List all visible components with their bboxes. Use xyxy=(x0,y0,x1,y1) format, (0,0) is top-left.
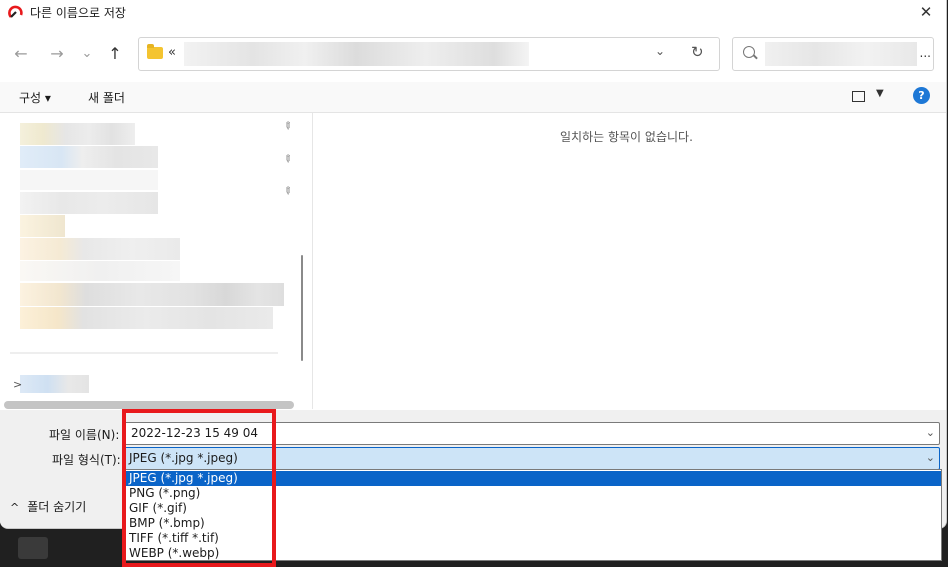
search-box[interactable]: ... xyxy=(732,37,934,71)
nav-divider xyxy=(10,352,278,354)
taskbar-item[interactable] xyxy=(18,537,48,559)
view-icon[interactable] xyxy=(852,91,865,102)
folder-icon xyxy=(147,44,163,59)
nav-pane-horizontal-scrollbar[interactable] xyxy=(4,401,294,409)
command-bar: 구성 ▾ 새 폴더 ▼ ? xyxy=(0,82,946,113)
close-icon: ✕ xyxy=(919,3,933,21)
organize-menu[interactable]: 구성 ▾ xyxy=(19,89,51,106)
nav-item-redacted[interactable] xyxy=(20,283,284,306)
nav-item-redacted[interactable] xyxy=(20,215,65,237)
nav-item-redacted[interactable] xyxy=(20,170,158,190)
search-icon xyxy=(743,46,755,58)
chevron-down-icon[interactable]: ⌄ xyxy=(926,451,935,464)
up-arrow-icon: ↑ xyxy=(108,43,122,63)
refresh-icon[interactable]: ↻ xyxy=(691,43,704,61)
address-dropdown-icon[interactable]: ⌄ xyxy=(655,44,665,58)
nav-pane-scrollbar[interactable] xyxy=(294,113,313,409)
title-bar: 다른 이름으로 저장 ✕ xyxy=(0,0,946,24)
filename-label: 파일 이름(N): xyxy=(49,428,120,442)
hide-folders-label: 폴더 숨기기 xyxy=(27,500,87,514)
nav-item-redacted[interactable] xyxy=(20,238,180,260)
nav-item-redacted[interactable] xyxy=(20,375,89,393)
forward-arrow-icon: → xyxy=(50,43,64,63)
app-icon xyxy=(8,5,23,18)
search-placeholder-redacted xyxy=(765,42,917,66)
help-icon[interactable]: ? xyxy=(913,87,930,104)
red-highlight-annotation xyxy=(122,409,276,567)
chevron-right-icon[interactable]: > xyxy=(13,378,22,391)
new-folder-button[interactable]: 새 폴더 xyxy=(88,89,125,106)
address-bar[interactable]: « ⌄ ↻ xyxy=(138,37,720,71)
chevron-down-icon[interactable]: ⌄ xyxy=(926,426,935,439)
view-dropdown-icon[interactable]: ▼ xyxy=(876,88,884,99)
hide-folders-button[interactable]: ^ 폴더 숨기기 xyxy=(10,498,86,515)
navigation-pane xyxy=(0,113,298,409)
nav-pane-scroll-thumb[interactable] xyxy=(301,255,303,361)
breadcrumb-overflow[interactable]: « xyxy=(168,45,176,60)
recent-locations-button[interactable]: ⌄ xyxy=(76,42,98,64)
search-overflow: ... xyxy=(919,46,931,60)
filetype-label: 파일 형식(T): xyxy=(52,453,121,467)
back-arrow-icon: ← xyxy=(14,43,28,63)
chevron-down-icon: ⌄ xyxy=(81,45,93,61)
window-title: 다른 이름으로 저장 xyxy=(30,6,126,20)
breadcrumb-path-redacted xyxy=(184,42,529,66)
forward-button[interactable]: → xyxy=(46,42,68,64)
nav-item-redacted[interactable] xyxy=(20,261,180,281)
nav-item-redacted[interactable] xyxy=(20,123,135,145)
empty-folder-message: 일치하는 항목이 없습니다. xyxy=(560,130,693,144)
nav-item-redacted[interactable] xyxy=(20,192,158,214)
nav-item-redacted[interactable] xyxy=(20,146,158,168)
chevron-up-icon: ^ xyxy=(10,501,20,514)
back-button[interactable]: ← xyxy=(10,42,32,64)
nav-item-redacted[interactable] xyxy=(20,307,273,329)
close-button[interactable]: ✕ xyxy=(906,0,946,24)
up-button[interactable]: ↑ xyxy=(104,42,126,64)
